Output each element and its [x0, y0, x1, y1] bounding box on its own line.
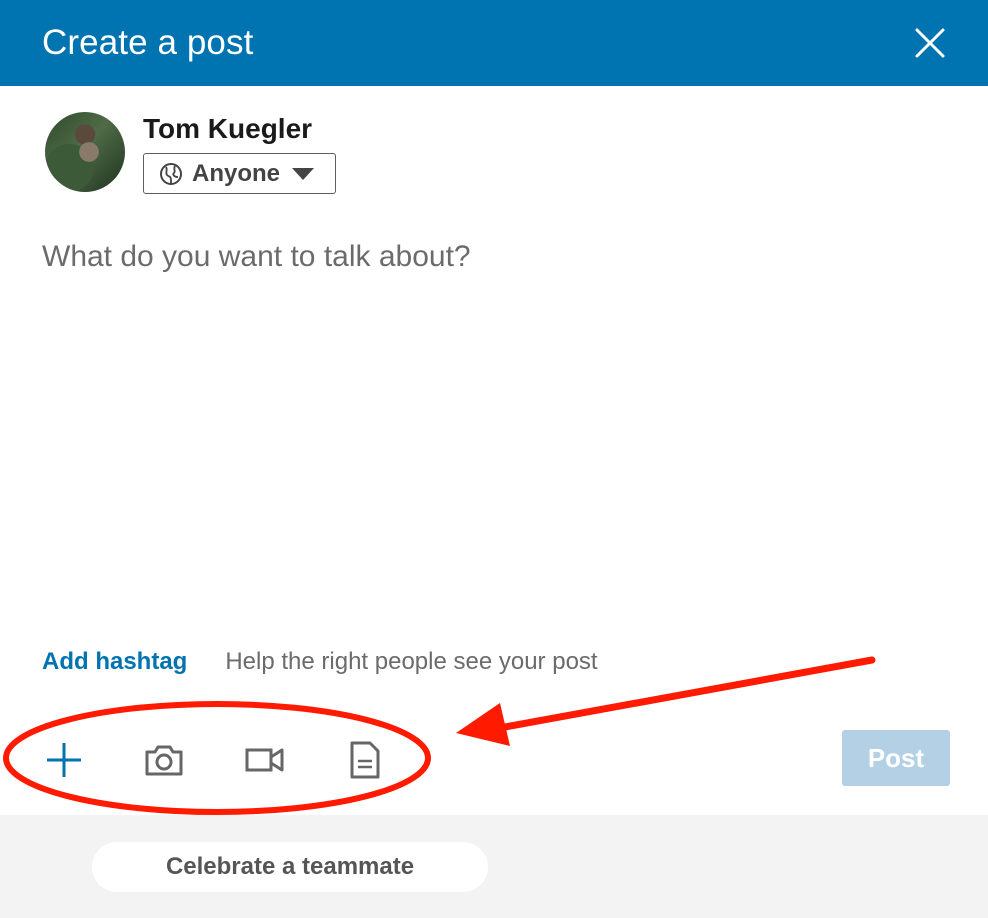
author-block: Tom Kuegler Anyone [45, 112, 336, 194]
plus-icon [47, 743, 81, 777]
camera-icon [145, 745, 183, 776]
editor-placeholder: What do you want to talk about? [42, 240, 471, 273]
add-photo-button[interactable] [142, 738, 186, 782]
modal-title: Create a post [42, 23, 254, 62]
hashtag-row: Add hashtag Help the right people see yo… [42, 648, 598, 676]
modal-header: Create a post [0, 0, 988, 86]
post-toolbar: Post [0, 730, 988, 786]
footer-notch [40, 800, 70, 815]
add-hashtag-link[interactable]: Add hashtag [42, 648, 187, 676]
author-info: Tom Kuegler Anyone [143, 112, 336, 194]
avatar [45, 112, 125, 192]
celebrate-teammate-button[interactable]: Celebrate a teammate [92, 842, 488, 892]
document-icon [350, 741, 380, 779]
close-button[interactable] [912, 25, 948, 61]
close-icon [915, 28, 945, 58]
caret-down-icon [292, 167, 315, 180]
hashtag-hint: Help the right people see your post [225, 648, 598, 675]
add-video-button[interactable] [243, 738, 287, 782]
visibility-dropdown[interactable]: Anyone [143, 153, 336, 194]
visibility-label: Anyone [192, 159, 281, 187]
video-camera-icon [245, 748, 284, 772]
add-more-button[interactable] [42, 738, 86, 782]
author-name: Tom Kuegler [143, 113, 313, 144]
globe-icon [160, 162, 182, 185]
post-button[interactable]: Post [842, 730, 950, 786]
add-document-button[interactable] [343, 738, 387, 782]
post-editor[interactable]: What do you want to talk about? [42, 240, 942, 620]
